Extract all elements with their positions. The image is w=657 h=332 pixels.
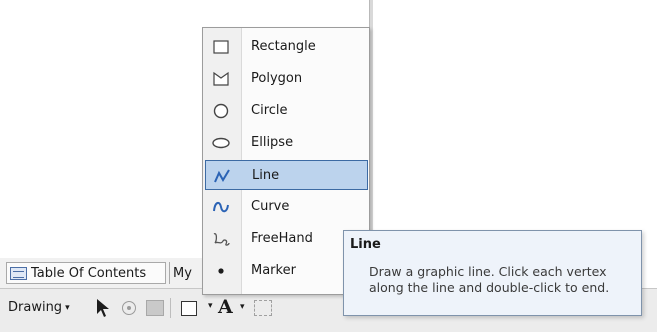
rotate-icon[interactable] — [122, 301, 136, 315]
tab-label: My — [173, 265, 192, 281]
menu-item-label: Polygon — [251, 71, 303, 86]
menu-item-polygon[interactable]: Polygon — [205, 64, 368, 94]
drawing-label: Drawing — [8, 300, 63, 315]
menu-item-ellipse[interactable]: Ellipse — [205, 128, 368, 158]
marker-icon — [218, 268, 224, 274]
chevron-down-icon: ▾ — [65, 302, 70, 313]
line-tooltip: Line Draw a graphic line. Click each ver… — [343, 230, 642, 316]
curve-icon — [213, 201, 229, 213]
menu-item-label: Ellipse — [251, 135, 294, 150]
menu-item-label: Line — [252, 168, 280, 183]
rectangle-icon — [181, 300, 197, 316]
menu-item-circle[interactable]: Circle — [205, 96, 368, 126]
menu-item-curve[interactable]: Curve — [205, 192, 368, 222]
menu-item-line[interactable]: Line — [205, 160, 368, 190]
tooltip-title: Line — [350, 237, 381, 252]
tab-table-of-contents[interactable]: Table Of Contents — [6, 262, 166, 284]
new-text-button[interactable]: A — [218, 296, 233, 318]
tooltip-body: Draw a graphic line. Click each vertex a… — [369, 264, 610, 295]
line-icon — [214, 169, 230, 183]
circle-icon — [213, 103, 229, 119]
chevron-down-icon[interactable]: ▾ — [240, 302, 245, 312]
tab-label: Table Of Contents — [31, 265, 147, 281]
polygon-icon — [213, 71, 229, 86]
table-of-contents-icon — [10, 266, 27, 280]
menu-item-label: Curve — [251, 199, 290, 214]
menu-item-rectangle[interactable]: Rectangle — [205, 32, 368, 62]
chevron-down-icon[interactable]: ▾ — [208, 301, 213, 311]
zoom-to-selected-icon[interactable] — [146, 300, 164, 316]
freehand-icon — [213, 233, 230, 246]
draw-shape-button[interactable] — [174, 296, 204, 320]
select-elements-icon[interactable] — [94, 298, 112, 318]
ellipse-icon — [212, 137, 230, 149]
toolbar-separator — [170, 298, 173, 318]
rectangle-icon — [213, 40, 229, 54]
tab-my[interactable]: My — [169, 262, 192, 284]
menu-item-label: Marker — [251, 263, 296, 278]
menu-item-label: Rectangle — [251, 39, 316, 54]
drawing-menu-button[interactable]: Drawing ▾ — [8, 300, 70, 315]
menu-item-label: FreeHand — [251, 231, 313, 246]
menu-item-label: Circle — [251, 103, 288, 118]
edit-vertices-icon[interactable] — [254, 300, 272, 316]
